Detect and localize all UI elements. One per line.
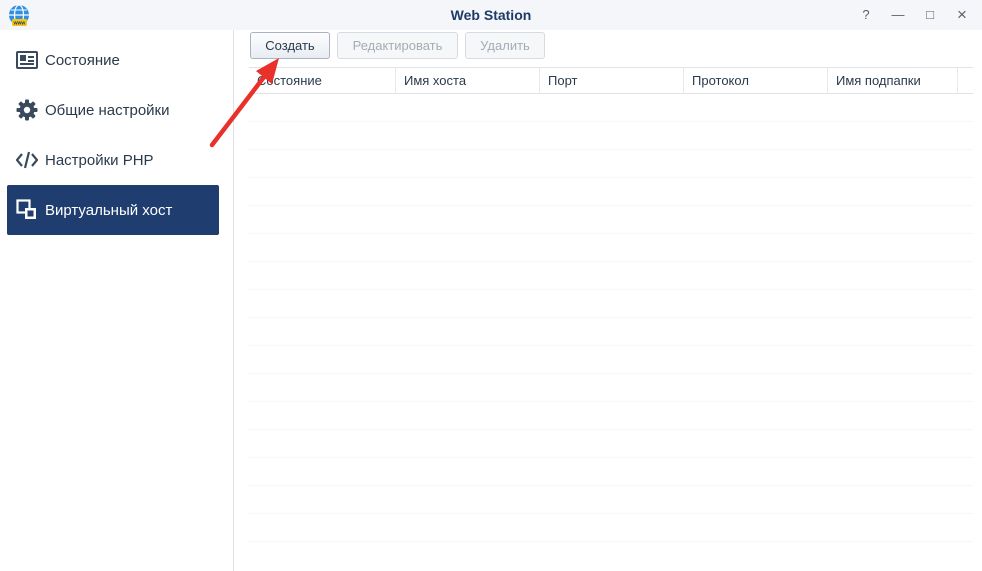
column-header-port[interactable]: Порт bbox=[540, 68, 684, 94]
column-header-protocol[interactable]: Протокол bbox=[684, 68, 828, 94]
help-button[interactable]: ? bbox=[856, 5, 876, 25]
window-title: Web Station bbox=[450, 7, 532, 23]
virtual-host-icon bbox=[16, 199, 38, 221]
help-icon: ? bbox=[862, 7, 870, 22]
sidebar-item-label: Виртуальный хост bbox=[45, 201, 173, 219]
grid-row-separator bbox=[249, 401, 973, 402]
grid-row-separator bbox=[249, 289, 973, 290]
grid-row-separator bbox=[249, 373, 973, 374]
grid-row-separator bbox=[249, 457, 973, 458]
sidebar-item-label: Настройки PHP bbox=[45, 151, 154, 169]
column-header-status[interactable]: Состояние bbox=[249, 68, 396, 94]
column-header-hostname[interactable]: Имя хоста bbox=[396, 68, 540, 94]
title-bar: www Web Station ? — □ × bbox=[0, 0, 982, 30]
edit-button[interactable]: Редактировать bbox=[337, 32, 458, 59]
grid-row-separator bbox=[249, 513, 973, 514]
minimize-icon: — bbox=[891, 7, 905, 22]
grid-row-separator bbox=[249, 233, 973, 234]
column-header-subfolder[interactable]: Имя подпапки bbox=[828, 68, 958, 94]
grid-row-separator bbox=[249, 345, 973, 346]
delete-button[interactable]: Удалить bbox=[465, 32, 545, 59]
web-station-window: www Web Station ? — □ × Состояние Общие … bbox=[0, 0, 982, 571]
sidebar-item-virtual-host[interactable]: Виртуальный хост bbox=[7, 185, 219, 235]
create-button[interactable]: Создать bbox=[250, 32, 330, 59]
sidebar-item-label: Общие настройки bbox=[45, 101, 170, 119]
sidebar-item-label: Состояние bbox=[45, 51, 120, 69]
sidebar-item-php-settings[interactable]: Настройки PHP bbox=[7, 135, 219, 185]
grid-row-separator bbox=[249, 429, 973, 430]
virtual-host-grid: Состояние Имя хоста Порт Протокол Имя по… bbox=[249, 67, 973, 571]
sidebar-item-general-settings[interactable]: Общие настройки bbox=[7, 85, 219, 135]
grid-row-separator bbox=[249, 261, 973, 262]
code-icon bbox=[16, 149, 38, 171]
gear-icon bbox=[16, 99, 38, 121]
grid-row-separator bbox=[249, 177, 973, 178]
maximize-icon: □ bbox=[926, 7, 934, 22]
maximize-button[interactable]: □ bbox=[920, 5, 940, 25]
grid-row-separator bbox=[249, 317, 973, 318]
grid-row-separator bbox=[249, 541, 973, 542]
grid-row-separator bbox=[249, 205, 973, 206]
grid-row-separator bbox=[249, 485, 973, 486]
grid-header: Состояние Имя хоста Порт Протокол Имя по… bbox=[249, 67, 973, 94]
status-card-icon bbox=[16, 49, 38, 71]
close-icon: × bbox=[957, 5, 967, 24]
minimize-button[interactable]: — bbox=[888, 5, 908, 25]
sidebar-item-status[interactable]: Состояние bbox=[7, 35, 219, 85]
close-button[interactable]: × bbox=[952, 5, 972, 25]
grid-row-separator bbox=[249, 149, 973, 150]
sidebar: Состояние Общие настройки Настройки PHP … bbox=[0, 30, 234, 571]
grid-row-separator bbox=[249, 121, 973, 122]
grid-body bbox=[249, 94, 973, 571]
